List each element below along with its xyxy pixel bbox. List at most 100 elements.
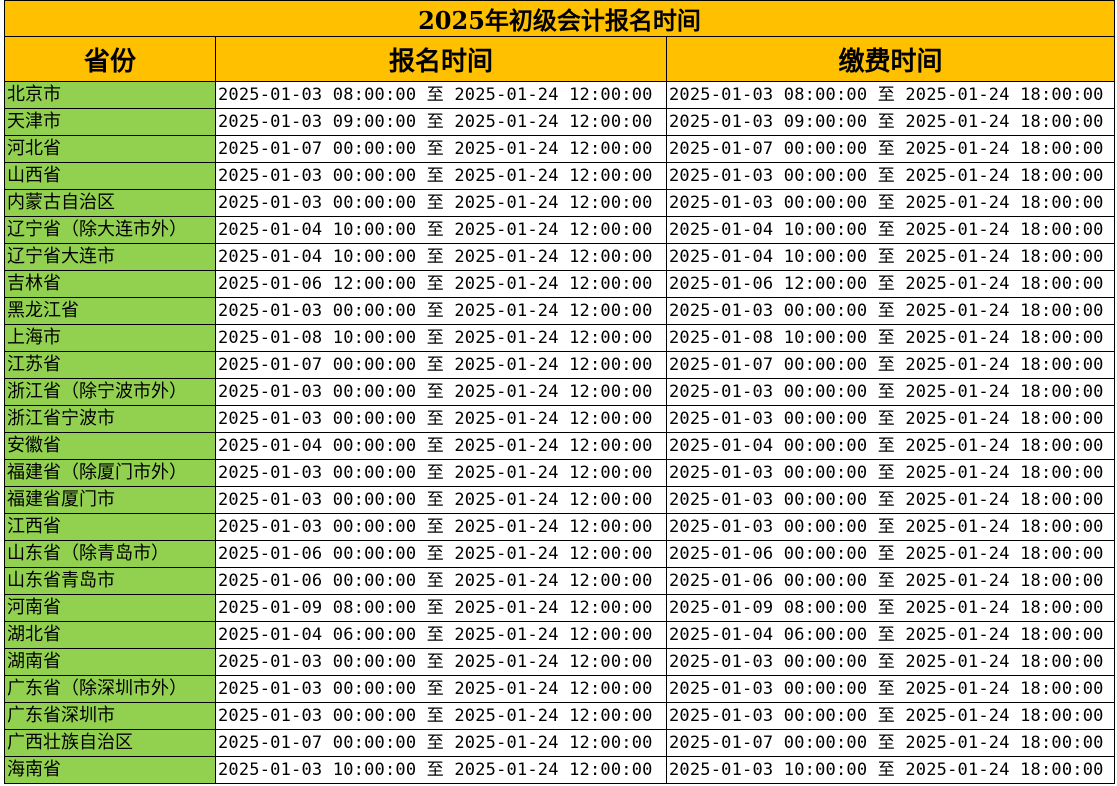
header-payment-time[interactable]: 缴费时间 (665, 36, 1116, 82)
payment-time-cell[interactable]: 2025-01-03 00:00:00 至 2025-01-24 18:00:0… (665, 675, 1116, 703)
register-time-cell[interactable]: 2025-01-07 00:00:00 至 2025-01-24 12:00:0… (215, 729, 667, 757)
province-cell[interactable]: 上海市 (4, 324, 216, 352)
table-row: 河南省 2025-01-09 08:00:00 至 2025-01-24 12:0… (4, 594, 1116, 622)
payment-time-cell[interactable]: 2025-01-03 00:00:00 至 2025-01-24 18:00:0… (665, 378, 1116, 406)
payment-time-cell[interactable]: 2025-01-04 10:00:00 至 2025-01-24 18:00:0… (665, 243, 1116, 271)
register-time-cell[interactable]: 2025-01-03 00:00:00 至 2025-01-24 12:00:0… (215, 459, 667, 487)
province-cell[interactable]: 湖南省 (4, 648, 216, 676)
province-cell[interactable]: 河南省 (4, 594, 216, 622)
register-time-cell[interactable]: 2025-01-03 00:00:00 至 2025-01-24 12:00:0… (215, 486, 667, 514)
register-time-cell[interactable]: 2025-01-03 09:00:00 至 2025-01-24 12:00:0… (215, 108, 667, 136)
register-time-cell[interactable]: 2025-01-03 00:00:00 至 2025-01-24 12:00:0… (215, 675, 667, 703)
title-row: 2025年初级会计报名时间 (3, 0, 1116, 37)
payment-time-cell[interactable]: 2025-01-07 00:00:00 至 2025-01-24 18:00:0… (665, 351, 1116, 379)
register-time-cell[interactable]: 2025-01-04 00:00:00 至 2025-01-24 12:00:0… (215, 432, 667, 460)
payment-time-cell[interactable]: 2025-01-03 00:00:00 至 2025-01-24 18:00:0… (665, 189, 1116, 217)
register-time-cell[interactable]: 2025-01-04 10:00:00 至 2025-01-24 12:00:0… (215, 243, 667, 271)
payment-time-cell[interactable]: 2025-01-07 00:00:00 至 2025-01-24 18:00:0… (665, 729, 1116, 757)
payment-time-cell[interactable]: 2025-01-03 00:00:00 至 2025-01-24 18:00:0… (665, 459, 1116, 487)
register-time-cell[interactable]: 2025-01-03 00:00:00 至 2025-01-24 12:00:0… (215, 702, 667, 730)
payment-time-cell[interactable]: 2025-01-03 00:00:00 至 2025-01-24 18:00:0… (665, 513, 1116, 541)
province-cell[interactable]: 内蒙古自治区 (4, 189, 216, 217)
province-cell[interactable]: 吉林省 (4, 270, 216, 298)
province-cell[interactable]: 天津市 (4, 108, 216, 136)
schedule-table: 2025年初级会计报名时间 省份 报名时间 缴费时间 北京市 2025-01-03… (3, 0, 1116, 784)
header-province[interactable]: 省份 (4, 36, 216, 82)
province-cell[interactable]: 黑龙江省 (4, 297, 216, 325)
register-time-cell[interactable]: 2025-01-03 10:00:00 至 2025-01-24 12:00:0… (215, 756, 667, 784)
province-cell[interactable]: 辽宁省大连市 (4, 243, 216, 271)
province-cell[interactable]: 辽宁省（除大连市外） (4, 216, 216, 244)
register-time-cell[interactable]: 2025-01-09 08:00:00 至 2025-01-24 12:00:0… (215, 594, 667, 622)
province-cell[interactable]: 广西壮族自治区 (4, 729, 216, 757)
table-row: 黑龙江省 2025-01-03 00:00:00 至 2025-01-24 12:… (4, 297, 1116, 325)
register-time-cell[interactable]: 2025-01-03 00:00:00 至 2025-01-24 12:00:0… (215, 378, 667, 406)
province-cell[interactable]: 北京市 (4, 81, 216, 109)
payment-time-cell[interactable]: 2025-01-04 10:00:00 至 2025-01-24 18:00:0… (665, 216, 1116, 244)
table-row: 内蒙古自治区 2025-01-03 00:00:00 至 2025-01-24 1… (4, 189, 1116, 217)
table-row: 福建省厦门市 2025-01-03 00:00:00 至 2025-01-24 1… (4, 486, 1116, 514)
payment-time-cell[interactable]: 2025-01-03 00:00:00 至 2025-01-24 18:00:0… (665, 297, 1116, 325)
province-cell[interactable]: 浙江省（除宁波市外） (4, 378, 216, 406)
register-time-cell[interactable]: 2025-01-03 00:00:00 至 2025-01-24 12:00:0… (215, 189, 667, 217)
register-time-cell[interactable]: 2025-01-03 08:00:00 至 2025-01-24 12:00:0… (215, 81, 667, 109)
table-row: 山西省 2025-01-03 00:00:00 至 2025-01-24 12:0… (4, 162, 1116, 190)
table-row: 山东省青岛市 2025-01-06 00:00:00 至 2025-01-24 1… (4, 567, 1116, 595)
payment-time-cell[interactable]: 2025-01-03 00:00:00 至 2025-01-24 18:00:0… (665, 702, 1116, 730)
payment-time-cell[interactable]: 2025-01-06 00:00:00 至 2025-01-24 18:00:0… (665, 540, 1116, 568)
table-row: 浙江省（除宁波市外） 2025-01-03 00:00:00 至 2025-01-… (4, 378, 1116, 406)
table-row: 海南省 2025-01-03 10:00:00 至 2025-01-24 12:0… (4, 756, 1116, 784)
table-row: 安徽省 2025-01-04 00:00:00 至 2025-01-24 12:0… (4, 432, 1116, 460)
province-cell[interactable]: 海南省 (4, 756, 216, 784)
register-time-cell[interactable]: 2025-01-07 00:00:00 至 2025-01-24 12:00:0… (215, 135, 667, 163)
payment-time-cell[interactable]: 2025-01-08 10:00:00 至 2025-01-24 18:00:0… (665, 324, 1116, 352)
register-time-cell[interactable]: 2025-01-03 00:00:00 至 2025-01-24 12:00:0… (215, 297, 667, 325)
payment-time-cell[interactable]: 2025-01-06 12:00:00 至 2025-01-24 18:00:0… (665, 270, 1116, 298)
payment-time-cell[interactable]: 2025-01-04 06:00:00 至 2025-01-24 18:00:0… (665, 621, 1116, 649)
sheet-title[interactable]: 2025年初级会计报名时间 (3, 0, 1116, 37)
payment-time-cell[interactable]: 2025-01-06 00:00:00 至 2025-01-24 18:00:0… (665, 567, 1116, 595)
payment-time-cell[interactable]: 2025-01-03 00:00:00 至 2025-01-24 18:00:0… (665, 486, 1116, 514)
payment-time-cell[interactable]: 2025-01-09 08:00:00 至 2025-01-24 18:00:0… (665, 594, 1116, 622)
province-cell[interactable]: 浙江省宁波市 (4, 405, 216, 433)
table-body: 2025年初级会计报名时间 省份 报名时间 缴费时间 北京市 2025-01-03… (3, 0, 1116, 784)
province-cell[interactable]: 广东省（除深圳市外） (4, 675, 216, 703)
province-cell[interactable]: 湖北省 (4, 621, 216, 649)
province-cell[interactable]: 山西省 (4, 162, 216, 190)
province-cell[interactable]: 江苏省 (4, 351, 216, 379)
register-time-cell[interactable]: 2025-01-03 00:00:00 至 2025-01-24 12:00:0… (215, 648, 667, 676)
payment-time-cell[interactable]: 2025-01-04 00:00:00 至 2025-01-24 18:00:0… (665, 432, 1116, 460)
payment-time-cell[interactable]: 2025-01-03 00:00:00 至 2025-01-24 18:00:0… (665, 162, 1116, 190)
payment-time-cell[interactable]: 2025-01-07 00:00:00 至 2025-01-24 18:00:0… (665, 135, 1116, 163)
register-time-cell[interactable]: 2025-01-03 00:00:00 至 2025-01-24 12:00:0… (215, 162, 667, 190)
province-cell[interactable]: 福建省厦门市 (4, 486, 216, 514)
header-register-time[interactable]: 报名时间 (215, 36, 667, 82)
province-cell[interactable]: 安徽省 (4, 432, 216, 460)
province-cell[interactable]: 山东省（除青岛市） (4, 540, 216, 568)
payment-time-cell[interactable]: 2025-01-03 09:00:00 至 2025-01-24 18:00:0… (665, 108, 1116, 136)
province-cell[interactable]: 山东省青岛市 (4, 567, 216, 595)
register-time-cell[interactable]: 2025-01-08 10:00:00 至 2025-01-24 12:00:0… (215, 324, 667, 352)
province-cell[interactable]: 广东省深圳市 (4, 702, 216, 730)
register-time-cell[interactable]: 2025-01-07 00:00:00 至 2025-01-24 12:00:0… (215, 351, 667, 379)
payment-time-cell[interactable]: 2025-01-03 00:00:00 至 2025-01-24 18:00:0… (665, 405, 1116, 433)
province-cell[interactable]: 江西省 (4, 513, 216, 541)
payment-time-cell[interactable]: 2025-01-03 00:00:00 至 2025-01-24 18:00:0… (665, 648, 1116, 676)
table-row: 福建省（除厦门市外） 2025-01-03 00:00:00 至 2025-01-… (4, 459, 1116, 487)
payment-time-cell[interactable]: 2025-01-03 10:00:00 至 2025-01-24 18:00:0… (665, 756, 1116, 784)
register-time-cell[interactable]: 2025-01-06 00:00:00 至 2025-01-24 12:00:0… (215, 567, 667, 595)
register-time-cell[interactable]: 2025-01-03 00:00:00 至 2025-01-24 12:00:0… (215, 513, 667, 541)
table-row: 广东省（除深圳市外） 2025-01-03 00:00:00 至 2025-01-… (4, 675, 1116, 703)
province-cell[interactable]: 河北省 (4, 135, 216, 163)
register-time-cell[interactable]: 2025-01-03 00:00:00 至 2025-01-24 12:00:0… (215, 405, 667, 433)
table-row: 上海市 2025-01-08 10:00:00 至 2025-01-24 12:0… (4, 324, 1116, 352)
table-row: 江西省 2025-01-03 00:00:00 至 2025-01-24 12:0… (4, 513, 1116, 541)
table-row: 广东省深圳市 2025-01-03 00:00:00 至 2025-01-24 1… (4, 702, 1116, 730)
province-cell[interactable]: 福建省（除厦门市外） (4, 459, 216, 487)
table-row: 天津市 2025-01-03 09:00:00 至 2025-01-24 12:0… (4, 108, 1116, 136)
payment-time-cell[interactable]: 2025-01-03 08:00:00 至 2025-01-24 18:00:0… (665, 81, 1116, 109)
register-time-cell[interactable]: 2025-01-06 00:00:00 至 2025-01-24 12:00:0… (215, 540, 667, 568)
register-time-cell[interactable]: 2025-01-06 12:00:00 至 2025-01-24 12:00:0… (215, 270, 667, 298)
register-time-cell[interactable]: 2025-01-04 10:00:00 至 2025-01-24 12:00:0… (215, 216, 667, 244)
register-time-cell[interactable]: 2025-01-04 06:00:00 至 2025-01-24 12:00:0… (215, 621, 667, 649)
